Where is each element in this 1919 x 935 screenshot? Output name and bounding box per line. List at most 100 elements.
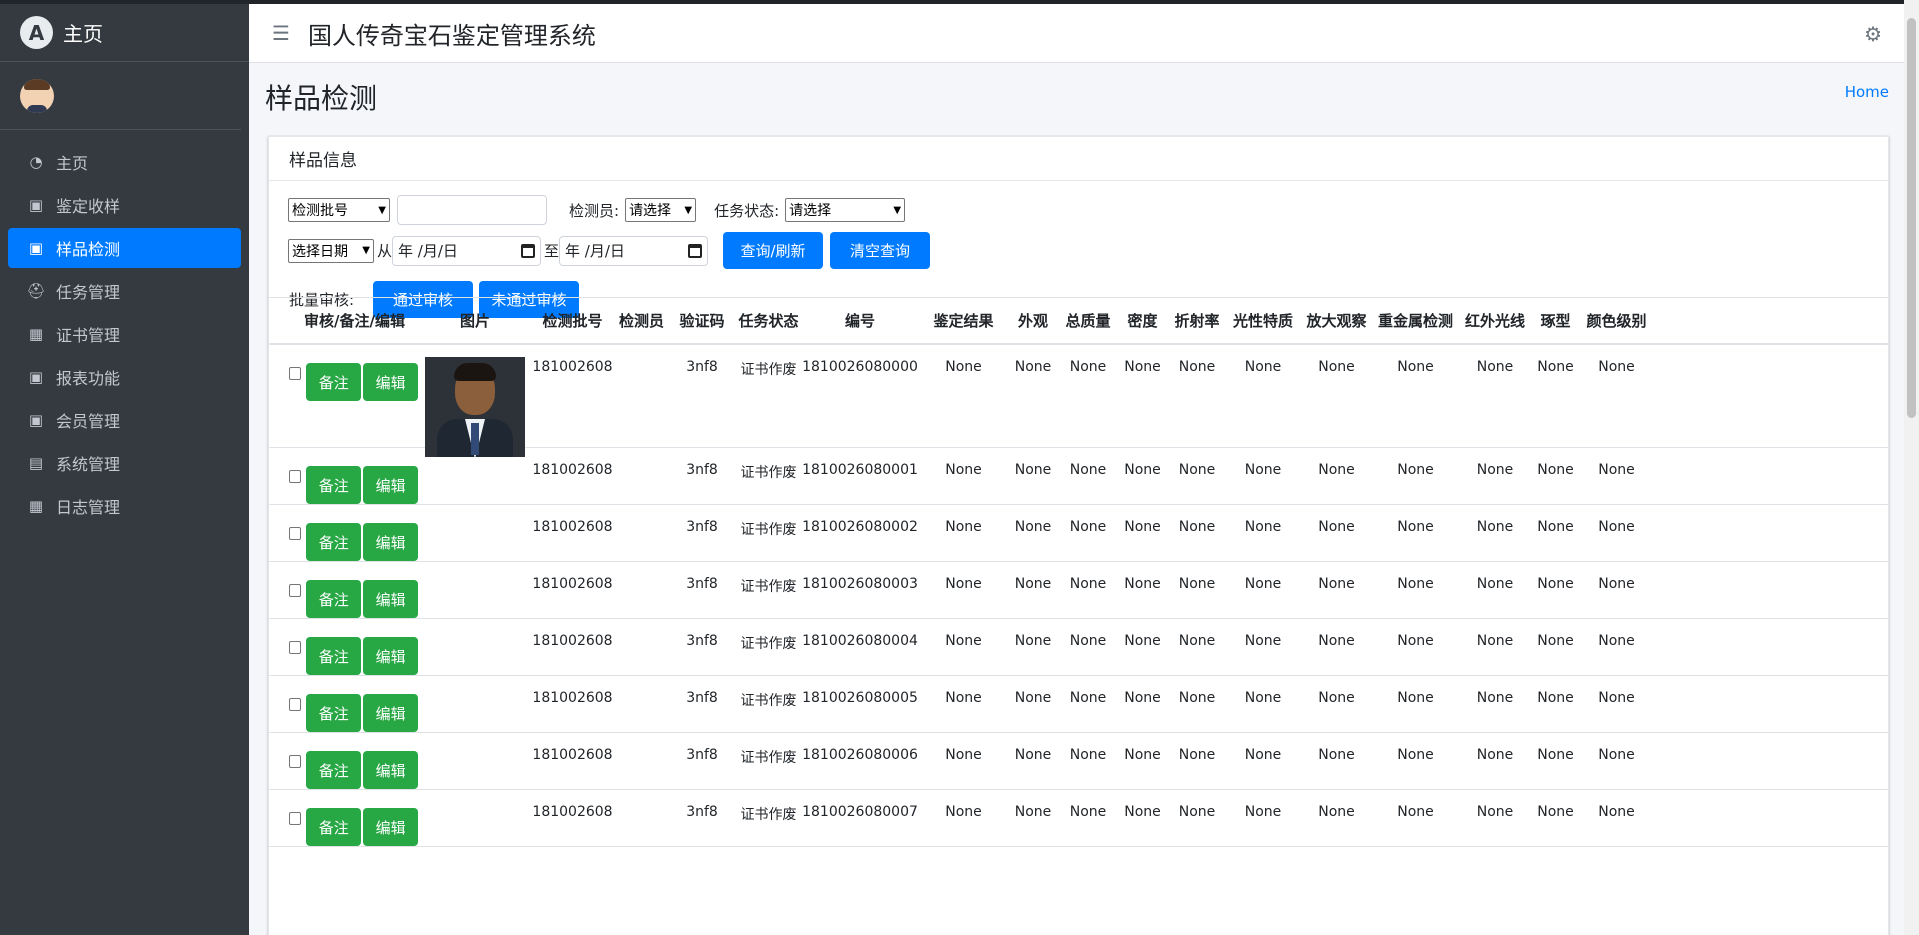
- row-checkbox[interactable]: [289, 367, 302, 380]
- note-button[interactable]: 备注: [306, 466, 362, 504]
- note-button[interactable]: 备注: [306, 580, 362, 618]
- chalkboard-icon: ▣: [28, 239, 44, 257]
- sidebar-item-4[interactable]: ▦ 证书管理: [8, 314, 241, 354]
- cell-number: 1810026080005: [802, 690, 918, 706]
- chalkboard-icon: ▣: [28, 196, 44, 214]
- end-date-input[interactable]: 年 /月/日: [559, 235, 709, 266]
- cell-magnify: None: [1318, 690, 1355, 706]
- edit-button[interactable]: 编辑: [363, 694, 418, 732]
- sidebar-item-label: 任务管理: [56, 283, 121, 302]
- to-label: 至: [544, 242, 560, 260]
- row-checkbox[interactable]: [289, 641, 302, 654]
- cell-batch: 181002608: [532, 633, 613, 649]
- sample-photo[interactable]: [425, 357, 525, 457]
- column-header[interactable]: 光性特质: [1227, 310, 1299, 331]
- column-header[interactable]: 图片: [420, 310, 530, 331]
- chalkboard-icon: ▣: [28, 411, 44, 429]
- dashboard-icon: ◔: [29, 153, 43, 171]
- column-header[interactable]: 琢型: [1533, 310, 1578, 331]
- note-button[interactable]: 备注: [306, 363, 362, 401]
- column-header[interactable]: 验证码: [668, 310, 736, 331]
- sidebar-item-0[interactable]: ◔ 主页: [8, 142, 241, 182]
- cell-optical: None: [1244, 690, 1282, 706]
- cell-magnify: None: [1318, 747, 1355, 763]
- column-header[interactable]: 鉴定结果: [919, 310, 1008, 331]
- column-header[interactable]: 外观: [1008, 310, 1058, 331]
- scrollbar-thumb[interactable]: [1907, 18, 1916, 418]
- edit-button[interactable]: 编辑: [363, 637, 418, 675]
- breadcrumb-home-link[interactable]: Home: [1845, 83, 1889, 101]
- row-checkbox[interactable]: [289, 527, 302, 540]
- column-header[interactable]: 任务状态: [736, 310, 801, 331]
- gear-icon[interactable]: ⚙: [1864, 22, 1882, 46]
- column-header[interactable]: 放大观察: [1299, 310, 1374, 331]
- column-header[interactable]: 红外光线: [1457, 310, 1533, 331]
- table-header: 审核/备注/编辑 图片 检测批号 检测员 验证码 任务状态 编号 鉴定结果 外观 总质量 密度 折射率…: [269, 297, 1888, 345]
- search-field-select-value: 检测批号: [292, 203, 348, 219]
- sidebar-item-label: 证书管理: [56, 326, 121, 345]
- sidebar-item-3[interactable]: ⛑ 任务管理: [8, 271, 241, 311]
- page-title: 样品检测: [265, 82, 378, 115]
- edit-button[interactable]: 编辑: [363, 523, 418, 561]
- column-header[interactable]: 密度: [1118, 310, 1167, 331]
- cell-number: 1810026080002: [802, 519, 918, 535]
- column-header[interactable]: 检测员: [615, 310, 668, 331]
- sidebar-item-7[interactable]: ▤ 系统管理: [8, 443, 241, 483]
- sidebar-item-8[interactable]: ▦ 日志管理: [8, 486, 241, 526]
- cell-batch: 181002608: [532, 462, 613, 478]
- page-scrollbar[interactable]: [1904, 0, 1919, 935]
- cell-batch: 181002608: [532, 747, 613, 763]
- clear-query-button[interactable]: 清空查询: [830, 232, 931, 269]
- sidebar-item-5[interactable]: ▣ 报表功能: [8, 357, 241, 397]
- cell-appearance: None: [1014, 690, 1052, 706]
- note-button[interactable]: 备注: [306, 523, 362, 561]
- task-status-label: 任务状态:: [714, 201, 780, 220]
- edit-button[interactable]: 编辑: [363, 466, 418, 504]
- note-button[interactable]: 备注: [306, 808, 362, 846]
- sidebar-item-6[interactable]: ▣ 会员管理: [8, 400, 241, 440]
- calendar-icon[interactable]: [688, 243, 703, 258]
- avatar[interactable]: [20, 78, 54, 113]
- row-checkbox[interactable]: [289, 755, 302, 768]
- cell-density: None: [1124, 359, 1161, 375]
- edit-button[interactable]: 编辑: [363, 580, 418, 618]
- column-header[interactable]: 折射率: [1167, 310, 1227, 331]
- cell-mass: None: [1069, 519, 1107, 535]
- column-header[interactable]: 审核/备注/编辑: [269, 310, 420, 331]
- search-field-select[interactable]: 检测批号 ▼: [288, 198, 390, 222]
- photo-cell: [420, 733, 530, 789]
- edit-button[interactable]: 编辑: [363, 808, 418, 846]
- photo-cell: [420, 505, 530, 561]
- sidebar-item-2[interactable]: ▣ 样品检测: [8, 228, 241, 268]
- brand-link[interactable]: A 主页: [0, 4, 249, 62]
- date-type-select[interactable]: 选择日期 ▼: [288, 238, 374, 263]
- column-header[interactable]: 颜色级别: [1578, 310, 1655, 331]
- row-checkbox[interactable]: [289, 812, 302, 825]
- cell-status: 证书作废: [740, 522, 797, 538]
- column-header[interactable]: 编号: [801, 310, 919, 331]
- start-date-input[interactable]: 年 /月/日: [392, 235, 542, 266]
- row-actions: 备注 编辑: [269, 676, 420, 732]
- note-button[interactable]: 备注: [306, 637, 362, 675]
- task-status-select[interactable]: 请选择 ▼: [785, 198, 906, 222]
- note-button[interactable]: 备注: [306, 751, 362, 789]
- cell-cut: None: [1537, 462, 1574, 478]
- column-header[interactable]: 检测批号: [530, 310, 615, 331]
- note-button[interactable]: 备注: [306, 694, 362, 732]
- cell-optical: None: [1244, 359, 1282, 375]
- edit-button[interactable]: 编辑: [363, 751, 418, 789]
- cell-ir: None: [1476, 519, 1514, 535]
- edit-button[interactable]: 编辑: [363, 363, 418, 401]
- calendar-icon[interactable]: [521, 243, 536, 258]
- sidebar-item-1[interactable]: ▣ 鉴定收样: [8, 185, 241, 225]
- row-checkbox[interactable]: [289, 698, 302, 711]
- column-header[interactable]: 总质量: [1058, 310, 1118, 331]
- sidebar-item-label: 样品检测: [56, 240, 121, 259]
- menu-toggle-icon[interactable]: ☰: [272, 21, 290, 45]
- inspector-select[interactable]: 请选择 ▼: [625, 198, 697, 222]
- column-header[interactable]: 重金属检测: [1374, 310, 1457, 331]
- row-checkbox[interactable]: [289, 470, 302, 483]
- query-refresh-button[interactable]: 查询/刷新: [723, 232, 824, 269]
- row-checkbox[interactable]: [289, 584, 302, 597]
- search-input[interactable]: [397, 195, 547, 225]
